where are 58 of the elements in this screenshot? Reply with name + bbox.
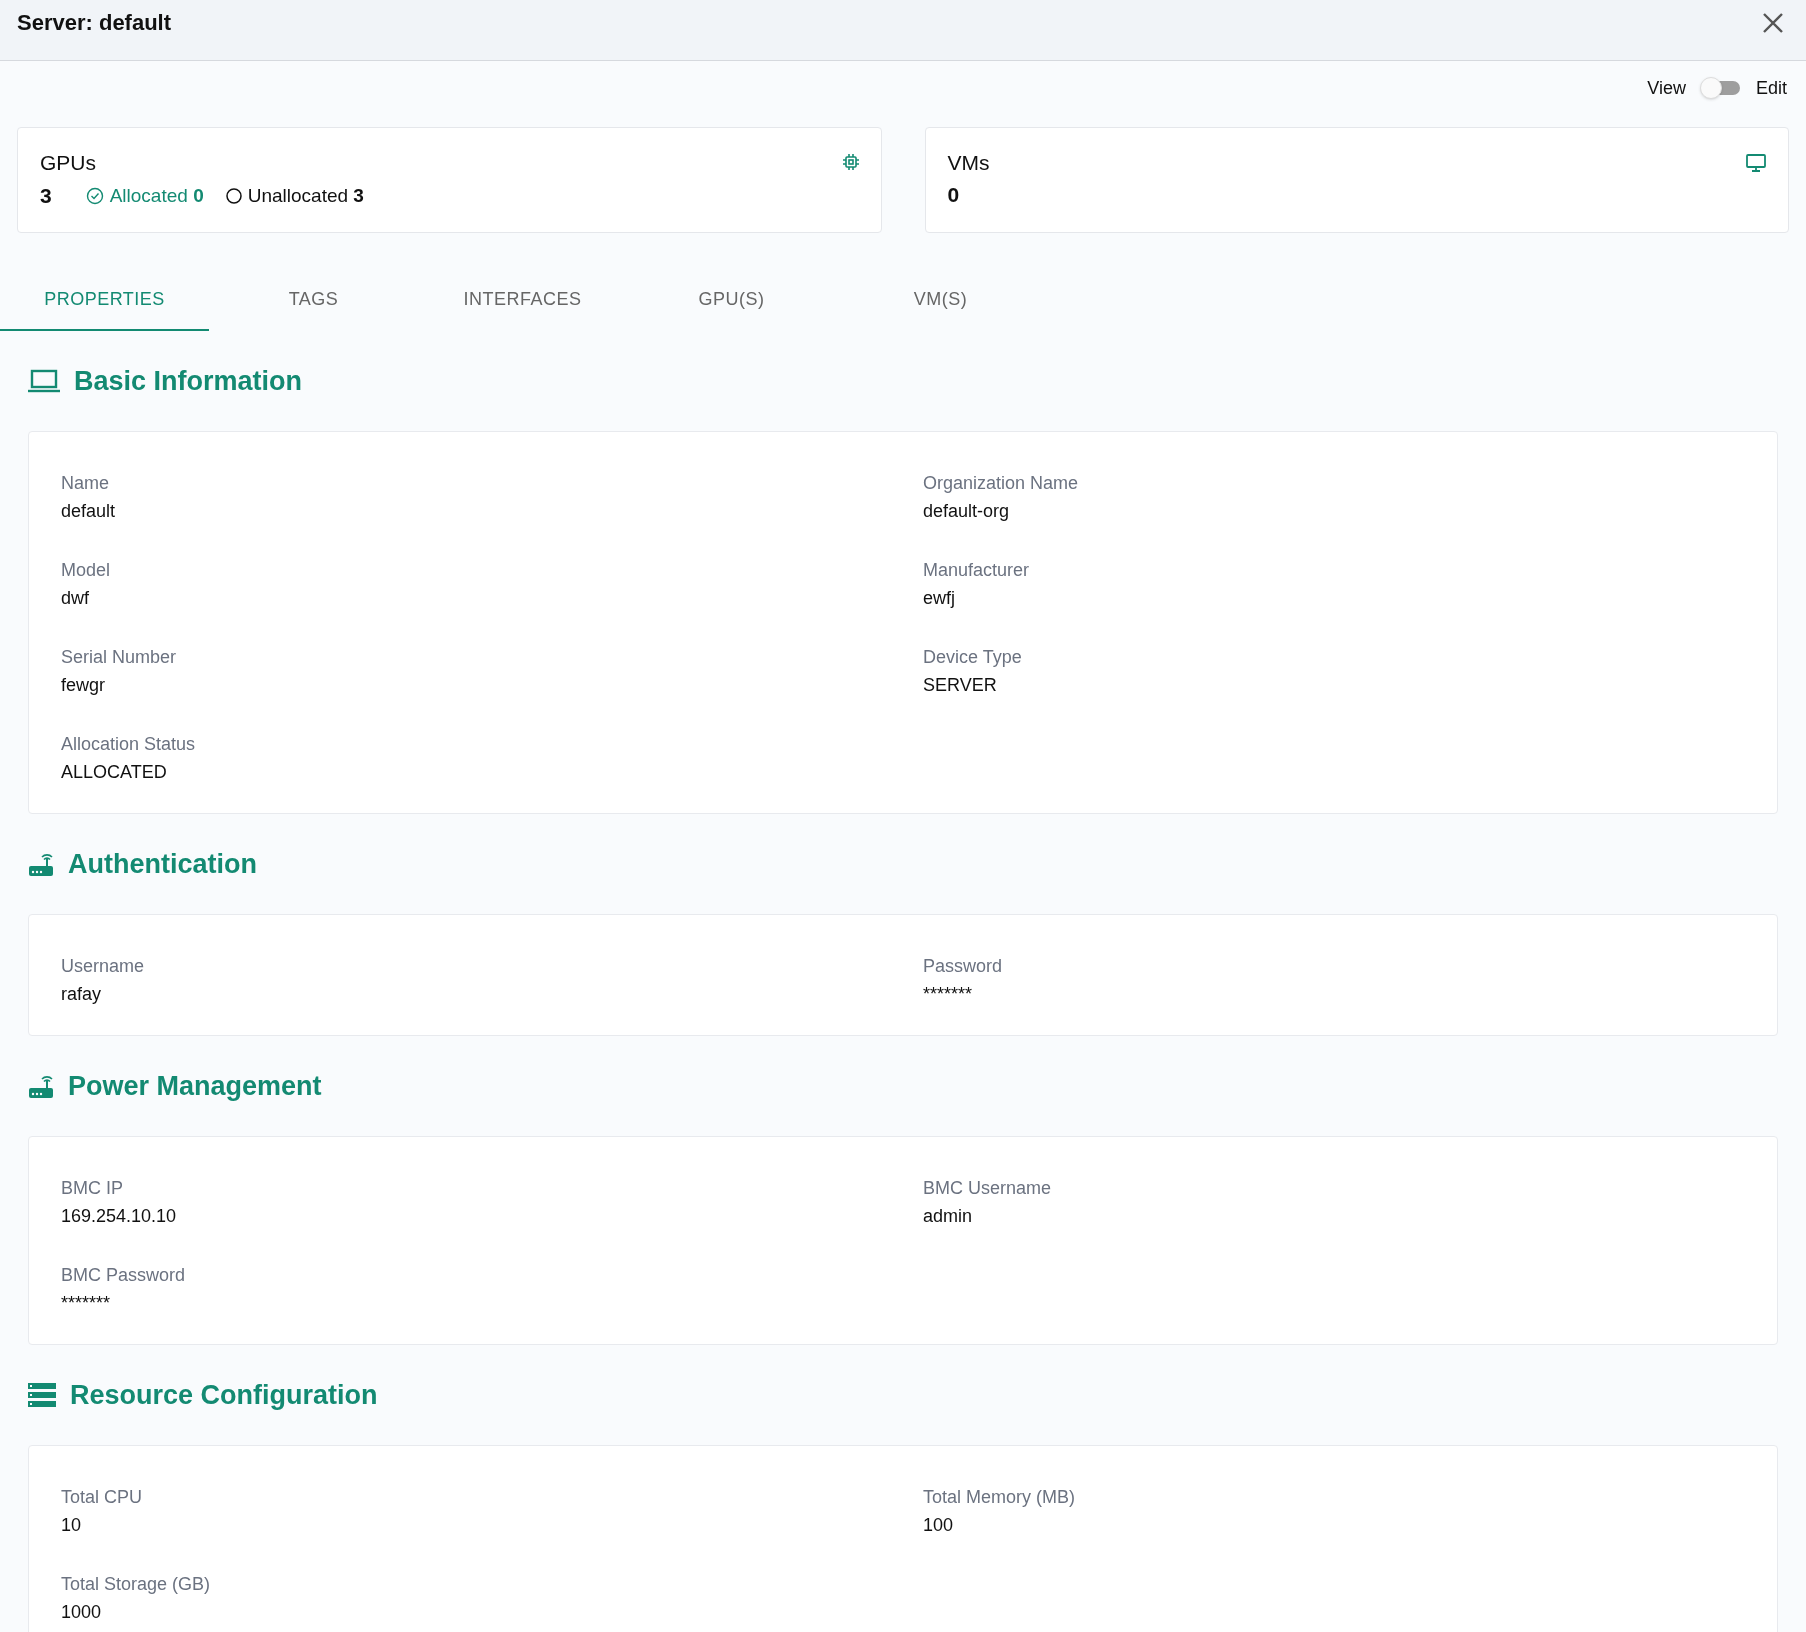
field-label: Total CPU [61,1486,144,1508]
mode-toggle[interactable] [1699,77,1742,99]
section-heading: Resource Configuration [70,1378,378,1412]
field-label: BMC IP [61,1177,124,1199]
field-value: default-org [923,500,1011,522]
card-count: 3 [40,183,52,210]
server-stack-icon [28,1383,56,1407]
field-label: Serial Number [61,646,178,668]
edit-label: Edit [1755,76,1787,100]
allocated-count: Allocated 0 [109,184,204,208]
field-label: Username [61,955,146,977]
field-label: Total Memory (MB) [923,1486,1076,1508]
field-value: 100 [923,1514,955,1536]
card-title: VMs [947,150,990,176]
chip-icon [842,154,859,170]
router-icon [28,851,54,877]
tab[interactable]: VM(S) [836,269,1045,331]
field-value: fewgr [61,674,106,696]
tab[interactable]: INTERFACES [418,269,627,331]
check-circle-icon [85,187,104,206]
tab[interactable]: PROPERTIES [0,269,209,331]
field-label: Device Type [923,646,1023,668]
section-heading: Authentication [68,847,257,881]
field-label: Manufacturer [923,559,1031,581]
field-value: 10 [61,1514,83,1536]
field-value: ALLOCATED [61,761,168,783]
field-value: ******* [923,983,974,1005]
field-label: Name [61,472,110,494]
window-title: Server: default [17,9,172,37]
field-label: Organization Name [923,472,1080,494]
circle-icon [225,188,242,205]
card-title: GPUs [40,150,97,176]
card-count: 0 [947,182,960,208]
field-label: BMC Username [923,1177,1053,1199]
field-label: BMC Password [61,1264,187,1286]
laptop-icon [28,369,60,393]
tab[interactable]: TAGS [209,269,418,331]
field-value: admin [923,1205,974,1227]
field-label: Model [61,559,112,581]
close-icon[interactable] [1762,12,1784,34]
view-label: View [1647,76,1686,100]
field-value: 1000 [61,1601,103,1623]
field-label: Password [923,955,1004,977]
unallocated-count: Unallocated 3 [247,184,364,208]
tab[interactable]: GPU(S) [627,269,836,331]
monitor-icon [1746,154,1766,172]
field-value: ******* [61,1292,112,1314]
field-value: 169.254.10.10 [61,1205,178,1227]
field-value: rafay [61,983,103,1005]
field-label: Allocation Status [61,733,197,755]
router-icon [28,1073,54,1099]
section-heading: Basic Information [74,364,303,398]
field-value: ewfj [923,587,956,609]
section-heading: Power Management [68,1069,322,1103]
field-value: default [61,500,117,522]
field-value: SERVER [923,674,998,696]
field-value: dwf [61,587,90,609]
field-label: Total Storage (GB) [61,1573,212,1595]
